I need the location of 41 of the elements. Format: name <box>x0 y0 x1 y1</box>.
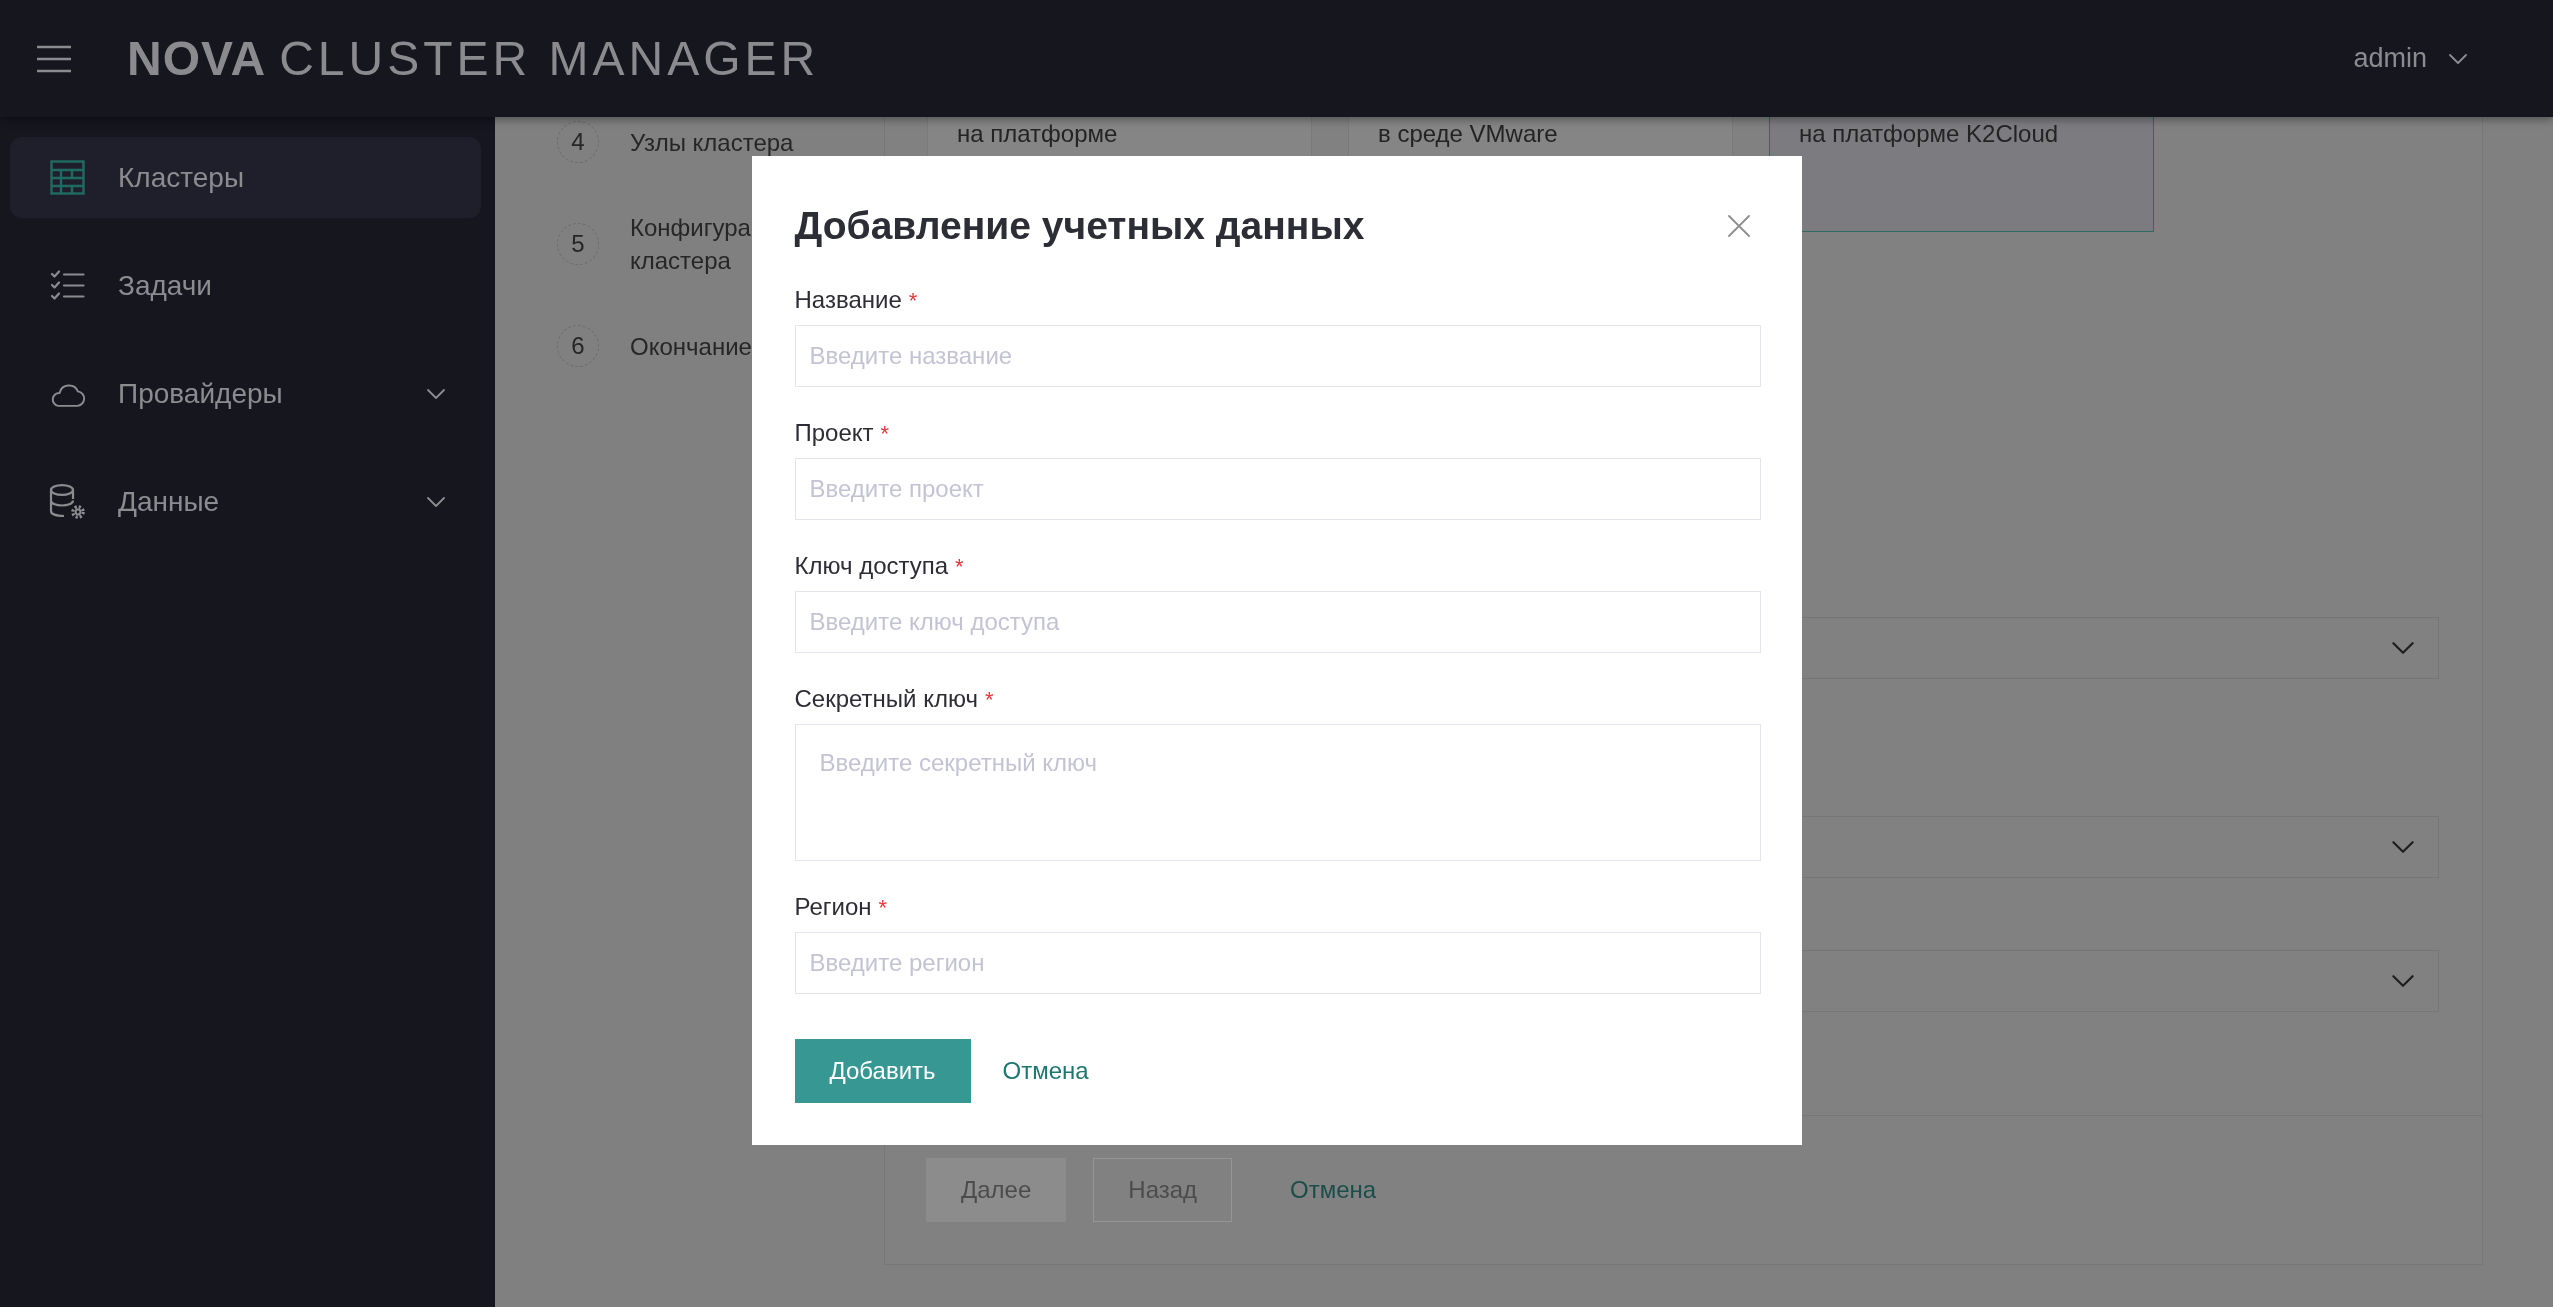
chevron-down-icon <box>2449 53 2467 64</box>
field-label: Проект <box>794 418 874 448</box>
provider-card[interactable]: в среде VMware <box>1348 117 1733 157</box>
step-label: Окончание <box>630 331 752 362</box>
dialog-title: Добавление учетных данных <box>794 203 1365 249</box>
sidebar-item[interactable]: Задачи <box>10 245 481 326</box>
primary-button[interactable]: Добавить <box>794 1039 971 1103</box>
select-field[interactable] <box>1801 617 2439 679</box>
sidebar-item[interactable]: Кластеры <box>10 137 481 218</box>
text-input[interactable]: Введите проект <box>794 458 1761 520</box>
text-input[interactable]: Введите название <box>794 325 1761 387</box>
text-link[interactable]: Отмена <box>983 1039 1108 1103</box>
logo-mark: NOVA <box>127 30 267 87</box>
field-label: Секретный ключ <box>794 684 978 714</box>
close-icon[interactable] <box>1727 215 1750 237</box>
user-menu-button[interactable]: admin <box>2353 43 2467 74</box>
select-field[interactable] <box>1801 950 2439 1012</box>
sidebar-item[interactable]: Данные <box>10 461 481 542</box>
provider-card[interactable]: на платформе K2Cloud <box>1769 117 2154 232</box>
text-input[interactable]: Введите ключ доступа <box>794 591 1761 653</box>
field-label: Ключ доступа <box>794 551 949 581</box>
menu-icon[interactable] <box>37 44 71 73</box>
required-mark: * <box>880 420 890 448</box>
text-input[interactable]: Введите регион <box>794 932 1761 994</box>
checklist-icon <box>50 270 85 301</box>
required-mark: * <box>955 553 964 581</box>
provider-card[interactable]: на платформе <box>927 117 1312 157</box>
text-link[interactable]: Отмена <box>1271 1158 1396 1222</box>
field-label: Название <box>794 285 902 315</box>
step-label: Узлы кластера <box>630 127 794 158</box>
required-mark: * <box>878 894 888 922</box>
select-field[interactable] <box>1801 816 2439 878</box>
field-label: Регион <box>794 892 872 922</box>
table-grid-icon <box>50 160 85 195</box>
text-area[interactable]: Введите секретный ключ <box>794 724 1761 861</box>
step-label: Конфигура кластера <box>630 213 751 276</box>
sidebar-item[interactable]: Провайдеры <box>10 353 481 434</box>
database-gear-icon <box>49 483 86 520</box>
required-mark: * <box>984 686 994 714</box>
app-title: CLUSTER MANAGER <box>279 30 820 87</box>
required-mark: * <box>908 287 918 315</box>
